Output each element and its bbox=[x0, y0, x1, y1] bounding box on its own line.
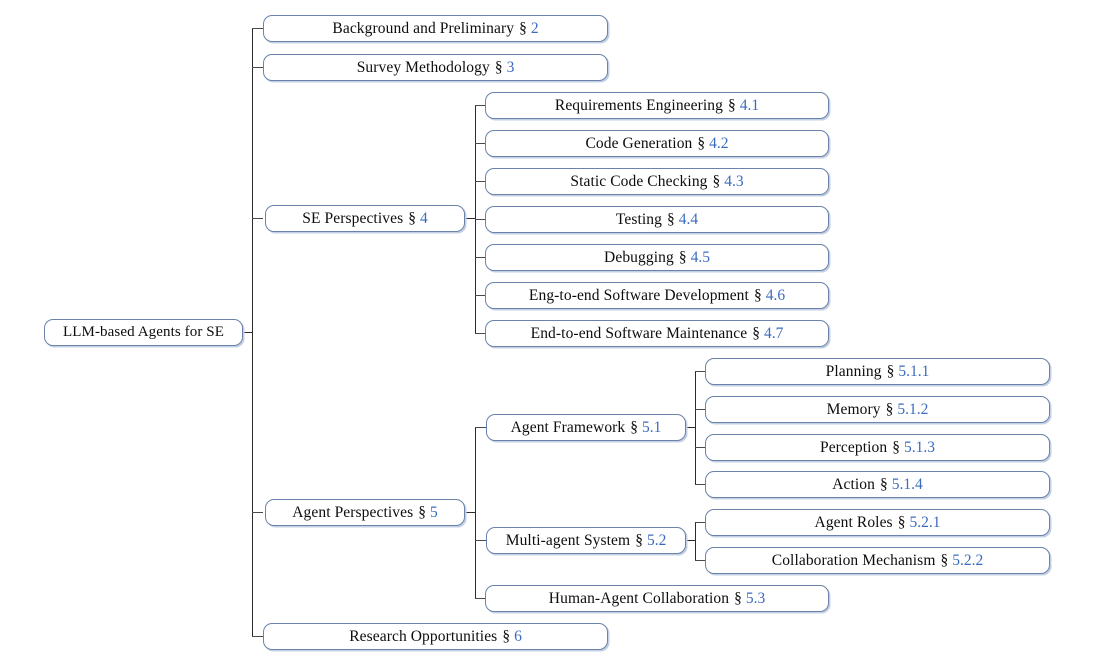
node-background-and-preliminary[interactable]: Background and Preliminary § 2 bbox=[263, 15, 608, 42]
section-number: 5.1.3 bbox=[904, 438, 936, 456]
node-label: Requirements Engineering bbox=[554, 96, 723, 114]
section-number: 5.1.2 bbox=[897, 400, 929, 418]
node-label: Eng-to-end Software Development bbox=[528, 286, 749, 304]
node-action[interactable]: Action § 5.1.4 bbox=[705, 471, 1050, 498]
framework-trunk-line bbox=[695, 371, 696, 484]
node-label: Static Code Checking bbox=[570, 172, 708, 190]
node-root-label: LLM-based Agents for SE bbox=[62, 324, 225, 340]
stub-root-child-3 bbox=[252, 218, 263, 219]
section-symbol: § bbox=[734, 589, 742, 607]
node-static-code-checking[interactable]: Static Code Checking § 4.3 bbox=[485, 168, 829, 195]
stub-agent-child-2 bbox=[475, 540, 486, 541]
section-number: 5.1.1 bbox=[898, 362, 930, 380]
section-symbol: § bbox=[519, 19, 527, 37]
section-number: 5.2.1 bbox=[909, 513, 941, 531]
section-symbol: § bbox=[752, 324, 760, 342]
section-symbol: § bbox=[892, 438, 901, 456]
section-symbol: § bbox=[697, 134, 706, 152]
section-number: 4.6 bbox=[765, 286, 786, 304]
section-number: 6 bbox=[514, 627, 522, 645]
section-number: 5.2.2 bbox=[952, 551, 984, 569]
section-number: 4 bbox=[419, 209, 428, 227]
section-symbol: § bbox=[408, 209, 416, 227]
node-agent-perspectives[interactable]: Agent Perspectives § 5 bbox=[265, 499, 465, 526]
section-symbol: § bbox=[712, 172, 721, 190]
section-symbol: § bbox=[728, 96, 736, 114]
section-symbol: § bbox=[502, 627, 511, 645]
node-label: Collaboration Mechanism bbox=[771, 551, 936, 569]
node-se-perspectives[interactable]: SE Perspectives § 4 bbox=[265, 205, 465, 232]
node-label: Agent Perspectives bbox=[292, 503, 414, 521]
section-symbol: § bbox=[678, 248, 687, 266]
node-label: Agent Framework bbox=[510, 418, 626, 436]
node-perception[interactable]: Perception § 5.1.3 bbox=[705, 434, 1050, 461]
node-code-generation[interactable]: Code Generation § 4.2 bbox=[485, 130, 829, 157]
section-number: 3 bbox=[506, 58, 515, 76]
stub-root-child-5 bbox=[252, 636, 263, 637]
section-symbol: § bbox=[886, 362, 895, 380]
node-research-opportunities[interactable]: Research Opportunities § 6 bbox=[263, 623, 608, 650]
node-label: Multi-agent System bbox=[505, 531, 631, 549]
node-label: Survey Methodology bbox=[356, 58, 490, 76]
section-symbol: § bbox=[940, 551, 949, 569]
node-multi-agent-system[interactable]: Multi-agent System § 5.2 bbox=[486, 527, 686, 554]
node-label: SE Perspectives bbox=[302, 209, 404, 227]
agent-trunk-line bbox=[475, 427, 476, 598]
node-label: Code Generation bbox=[585, 134, 693, 152]
section-symbol: § bbox=[897, 513, 906, 531]
section-number: 4.7 bbox=[763, 324, 784, 342]
node-label: Background and Preliminary bbox=[332, 19, 515, 37]
node-requirements-engineering[interactable]: Requirements Engineering § 4.1 bbox=[485, 92, 829, 119]
section-number: 4.2 bbox=[709, 134, 729, 152]
section-symbol: § bbox=[667, 210, 675, 228]
node-agent-framework[interactable]: Agent Framework § 5.1 bbox=[486, 414, 686, 441]
node-label: Human-Agent Collaboration bbox=[548, 589, 730, 607]
node-label: Memory bbox=[826, 400, 881, 418]
section-number: 2 bbox=[530, 19, 539, 37]
section-number: 4.3 bbox=[724, 172, 744, 190]
node-label: Agent Roles bbox=[814, 513, 893, 531]
node-label: Planning bbox=[825, 362, 882, 380]
node-debugging[interactable]: Debugging § 4.5 bbox=[485, 244, 829, 271]
taxonomy-diagram: LLM-based Agents for SE Background and P… bbox=[0, 0, 1108, 663]
stub-root-child-2 bbox=[252, 67, 263, 68]
node-root[interactable]: LLM-based Agents for SE bbox=[44, 319, 243, 346]
section-number: 4.5 bbox=[690, 248, 710, 266]
stub-agent-child-1 bbox=[475, 427, 486, 428]
node-survey-methodology[interactable]: Survey Methodology § 3 bbox=[263, 54, 608, 81]
section-symbol: § bbox=[885, 400, 894, 418]
section-symbol: § bbox=[753, 286, 762, 304]
section-number: 5.2 bbox=[646, 531, 667, 549]
node-label: Research Opportunities bbox=[349, 627, 498, 645]
section-symbol: § bbox=[494, 58, 503, 76]
node-end-to-end-software-maintenance[interactable]: End-to-end Software Maintenance § 4.7 bbox=[485, 320, 829, 347]
node-human-agent-collaboration[interactable]: Human-Agent Collaboration § 5.3 bbox=[485, 585, 829, 612]
stub-root-child-1 bbox=[252, 28, 263, 29]
node-testing[interactable]: Testing § 4.4 bbox=[485, 206, 829, 233]
node-memory[interactable]: Memory § 5.1.2 bbox=[705, 396, 1050, 423]
node-label: Perception bbox=[819, 438, 888, 456]
node-planning[interactable]: Planning § 5.1.1 bbox=[705, 358, 1050, 385]
section-number: 5.1.4 bbox=[891, 475, 923, 493]
node-end-to-end-software-development[interactable]: Eng-to-end Software Development § 4.6 bbox=[485, 282, 829, 309]
section-number: 5.3 bbox=[745, 589, 766, 607]
section-number: 4.4 bbox=[678, 210, 699, 228]
section-symbol: § bbox=[418, 503, 427, 521]
section-number: 5 bbox=[430, 503, 438, 521]
section-symbol: § bbox=[880, 475, 888, 493]
node-label: Testing bbox=[615, 210, 662, 228]
node-label: Action bbox=[832, 475, 876, 493]
stub-root-child-4 bbox=[252, 512, 263, 513]
section-symbol: § bbox=[635, 531, 643, 549]
multiagent-trunk-line bbox=[695, 522, 696, 561]
node-label: Debugging bbox=[604, 248, 674, 266]
section-number: 5.1 bbox=[642, 418, 662, 436]
section-number: 4.1 bbox=[739, 96, 760, 114]
node-label: End-to-end Software Maintenance bbox=[530, 324, 748, 342]
node-agent-roles[interactable]: Agent Roles § 5.2.1 bbox=[705, 509, 1050, 536]
node-collaboration-mechanism[interactable]: Collaboration Mechanism § 5.2.2 bbox=[705, 547, 1050, 574]
section-symbol: § bbox=[630, 418, 639, 436]
root-to-trunk-stub bbox=[243, 332, 253, 333]
